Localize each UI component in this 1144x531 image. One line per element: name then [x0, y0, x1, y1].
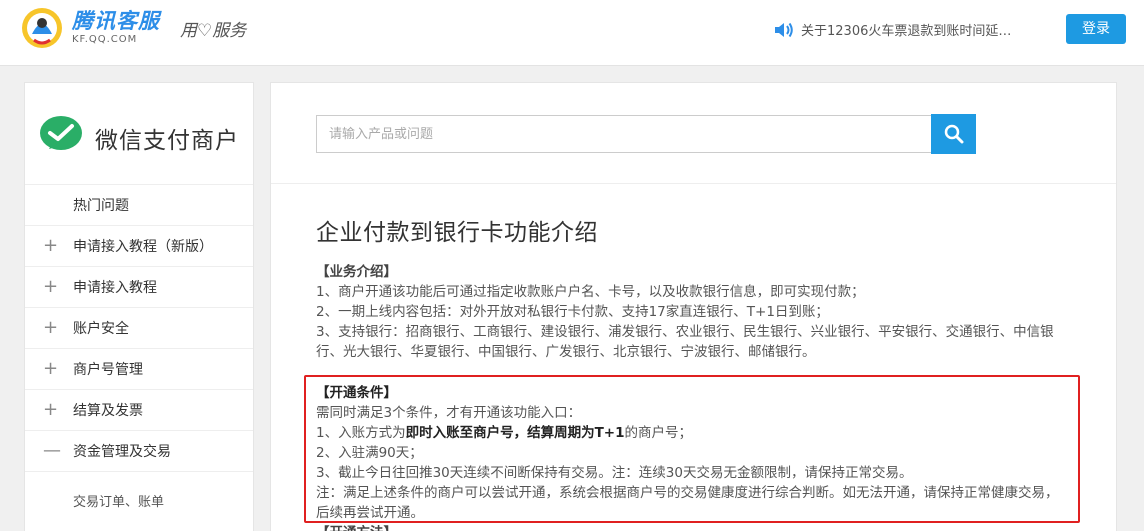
- paragraph-line: 需同时满足3个条件，才有开通该功能入口：: [316, 405, 582, 421]
- sidebar-item-label: 申请接入教程: [73, 280, 157, 296]
- collapse-minus-icon[interactable]: —: [43, 441, 61, 461]
- expand-plus-icon[interactable]: +: [43, 277, 58, 297]
- sidebar-item-onboarding[interactable]: + 申请接入教程: [25, 267, 253, 308]
- section-activation-method: 【开通方法】: [316, 523, 1066, 531]
- notice-text[interactable]: 关于12306火车票退款到账时间延…: [801, 20, 1011, 39]
- section-eligibility: 【开通条件】 需同时满足3个条件，才有开通该功能入口： 1、入账方式为即时入账至…: [316, 383, 1066, 523]
- brand-url: KF.QQ.COM: [72, 34, 138, 45]
- section-heading: 【开通方法】: [316, 523, 1066, 531]
- section-business-intro: 【业务介绍】 1、商户开通该功能后可通过指定收款账户户名、卡号，以及收款银行信息…: [316, 262, 1066, 362]
- sidebar-item-label: 申请接入教程（新版）: [73, 239, 213, 255]
- top-header: 腾讯客服 KF.QQ.COM 用♡服务 关于12306火车票退款到账时间延… 登…: [0, 0, 1144, 66]
- sidebar-header: 微信支付商户: [25, 83, 253, 185]
- expand-plus-icon[interactable]: +: [43, 400, 58, 420]
- section-heading: 【开通条件】: [316, 385, 397, 401]
- paragraph-line: 注：满足上述条件的商户可以尝试开通，系统会根据商户号的交易健康度进行综合判断。如…: [316, 485, 1059, 521]
- sidebar-item-label: 热门问题: [73, 198, 129, 214]
- expand-plus-icon[interactable]: +: [43, 236, 58, 256]
- tencent-kefu-logo-icon[interactable]: [18, 4, 70, 52]
- sidebar-subitem-orders-bills[interactable]: 交易订单、账单: [25, 472, 253, 528]
- sidebar-item-onboarding-new[interactable]: + 申请接入教程（新版）: [25, 226, 253, 267]
- bold-text: 即时入账至商户号，结算周期为T+1: [405, 425, 625, 441]
- sidebar-item-settlement-invoice[interactable]: + 结算及发票: [25, 390, 253, 431]
- paragraph-line: 3、截止今日往回推30天连续不间断保持有交易。注：连续30天交易无金额限制，请保…: [316, 465, 913, 481]
- brand[interactable]: 腾讯客服 KF.QQ.COM: [72, 8, 160, 46]
- paragraph-line: 3、支持银行：招商银行、工商银行、建设银行、浦发银行、农业银行、民生银行、兴业银…: [316, 324, 1054, 360]
- paragraph-line: 1、入账方式为即时入账至商户号，结算周期为T+1的商户号；: [316, 423, 1066, 443]
- paragraph-line: 1、商户开通该功能后可通过指定收款账户户名、卡号，以及收款银行信息，即可实现付款…: [316, 284, 865, 300]
- search-bar: [271, 83, 1116, 184]
- text-fragment: 的商户号；: [624, 425, 693, 441]
- sidebar-item-account-security[interactable]: + 账户安全: [25, 308, 253, 349]
- sidebar-item-funds-transactions[interactable]: — 资金管理及交易: [25, 431, 253, 472]
- sidebar-item-hot[interactable]: 热门问题: [25, 185, 253, 226]
- search-input[interactable]: [316, 115, 931, 153]
- paragraph-line: 2、入驻满90天；: [316, 445, 423, 461]
- paragraph-line: 2、一期上线内容包括：对外开放对私银行卡付款、支持17家直连银行、T+1日到账；: [316, 304, 829, 320]
- sidebar-item-label: 结算及发票: [73, 403, 143, 419]
- login-button[interactable]: 登录: [1066, 14, 1126, 44]
- wechat-pay-icon: [40, 116, 82, 150]
- text-fragment: 1、入账方式为: [316, 425, 406, 441]
- expand-plus-icon[interactable]: +: [43, 359, 58, 379]
- section-heading: 【业务介绍】: [316, 264, 397, 280]
- brand-name: 腾讯客服: [72, 9, 160, 33]
- search-button[interactable]: [931, 114, 976, 154]
- search-icon: [944, 124, 963, 144]
- expand-plus-icon[interactable]: +: [43, 318, 58, 338]
- sidebar-item-label: 资金管理及交易: [73, 444, 171, 460]
- sidebar-title: 微信支付商户: [95, 128, 239, 154]
- main-content: 企业付款到银行卡功能介绍 【业务介绍】 1、商户开通该功能后可通过指定收款账户户…: [270, 82, 1117, 531]
- notice-ticker[interactable]: 关于12306火车票退款到账时间延…: [773, 20, 1011, 39]
- sidebar-item-label: 账户安全: [73, 321, 129, 337]
- speaker-icon: [775, 22, 793, 37]
- sidebar-item-merchant-management[interactable]: + 商户号管理: [25, 349, 253, 390]
- sidebar-item-label: 商户号管理: [73, 362, 143, 378]
- slogan: 用♡服务: [180, 21, 247, 41]
- sidebar: 微信支付商户 热门问题 + 申请接入教程（新版） + 申请接入教程 + 账户安全…: [24, 82, 254, 531]
- article-title: 企业付款到银行卡功能介绍: [316, 220, 598, 246]
